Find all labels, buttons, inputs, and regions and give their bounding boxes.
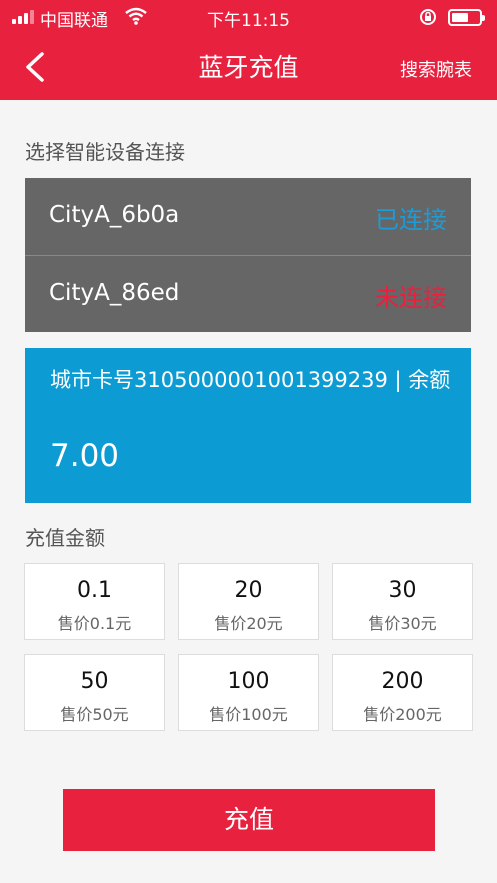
device-name: CityA_6b0a: [49, 202, 180, 228]
city-card-info: 城市卡号3105000001001399239 | 余额 7.00: [25, 348, 471, 503]
amount-price: 售价100元: [209, 705, 288, 724]
recharge-button[interactable]: 充值: [63, 789, 435, 851]
device-list: CityA_6b0a 已连接 CityA_86ed 未连接: [25, 178, 471, 332]
device-item[interactable]: CityA_6b0a 已连接: [25, 178, 471, 255]
amount-value: 30: [388, 578, 417, 603]
amount-value: 200: [381, 669, 424, 694]
amount-price: 售价20元: [214, 614, 283, 633]
amount-price: 售价0.1元: [57, 614, 132, 633]
amount-price: 售价30元: [368, 614, 437, 633]
device-status-disconnected: 未连接: [375, 284, 447, 312]
device-status-connected: 已连接: [375, 206, 447, 234]
amount-option[interactable]: 200 售价200元: [332, 654, 473, 731]
amount-option[interactable]: 0.1 售价0.1元: [24, 563, 165, 640]
battery-icon: [448, 9, 485, 26]
device-item[interactable]: CityA_86ed 未连接: [25, 255, 471, 332]
card-balance: 7.00: [50, 438, 120, 474]
amount-price: 售价200元: [363, 705, 442, 724]
amount-section-label: 充值金额: [25, 526, 105, 550]
amount-price: 售价50元: [60, 705, 129, 724]
search-watch-button[interactable]: 搜索腕表: [400, 56, 472, 82]
device-section-label: 选择智能设备连接: [25, 140, 185, 164]
amount-option[interactable]: 50 售价50元: [24, 654, 165, 731]
device-name: CityA_86ed: [49, 280, 180, 306]
amount-value: 50: [80, 669, 109, 694]
amount-option[interactable]: 100 售价100元: [178, 654, 319, 731]
amount-value: 100: [227, 669, 270, 694]
amount-option[interactable]: 20 售价20元: [178, 563, 319, 640]
rotation-lock-icon: [420, 9, 436, 25]
status-bar: 中国联通 下午11:15: [0, 0, 497, 34]
amount-value: 0.1: [77, 578, 112, 603]
amount-option[interactable]: 30 售价30元: [332, 563, 473, 640]
amount-value: 20: [234, 578, 263, 603]
card-number-label: 城市卡号3105000001001399239 | 余额: [50, 368, 451, 392]
header: 中国联通 下午11:15 蓝牙充值 搜索腕表: [0, 0, 497, 100]
